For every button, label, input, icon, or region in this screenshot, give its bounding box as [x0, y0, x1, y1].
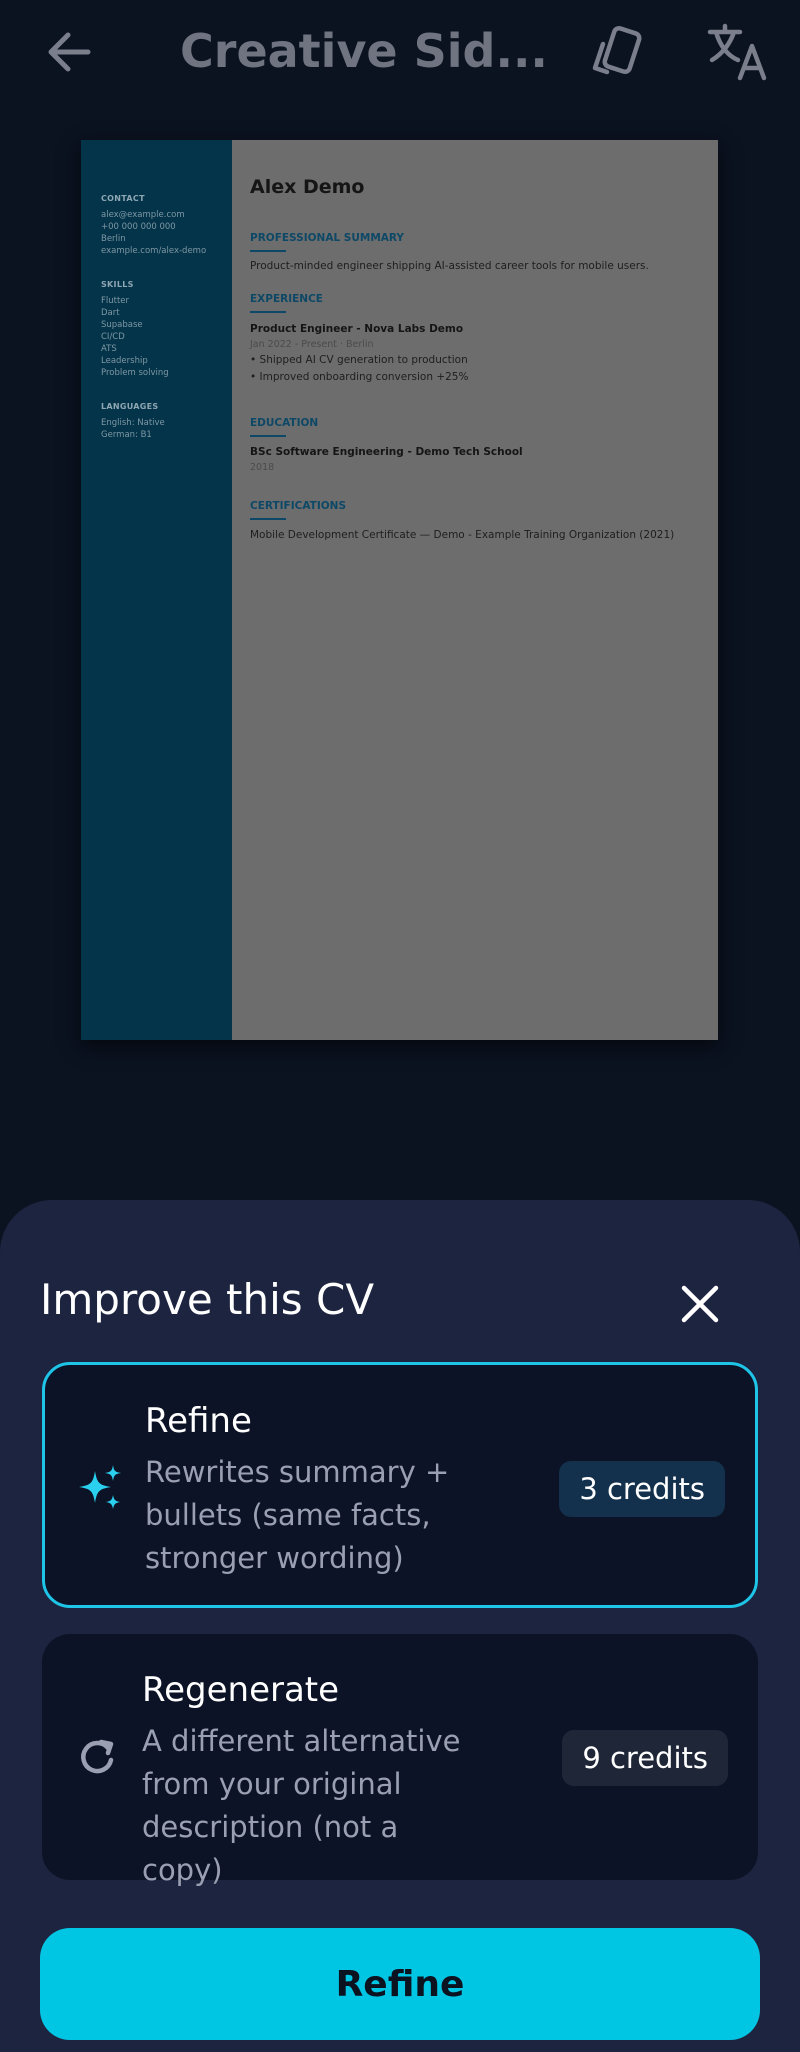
- cv-skill: Dart: [101, 308, 120, 318]
- cv-experience-heading: EXPERIENCE: [250, 293, 323, 305]
- cv-education-heading: EDUCATION: [250, 417, 319, 429]
- refine-button[interactable]: Refine: [40, 1928, 760, 2040]
- cv-experience-bullet: • Improved onboarding conversion +25%: [250, 371, 469, 383]
- option-refine[interactable]: Refine Rewrites summary + bullets (same …: [42, 1362, 758, 1608]
- cv-certification: Mobile Development Certificate — Demo - …: [250, 529, 675, 541]
- cv-education-degree: BSc Software Engineering - Demo Tech Sch…: [250, 446, 523, 458]
- cv-contact-section: CONTACT alex@example.com +00 000 000 000…: [101, 194, 206, 257]
- cv-contact-website: example.com/alex-demo: [101, 246, 207, 256]
- cv-name: Alex Demo: [250, 176, 365, 198]
- cv-contact-phone: +00 000 000 000: [101, 222, 176, 232]
- option-regenerate[interactable]: Regenerate A different alternative from …: [42, 1634, 758, 1887]
- cv-language: English: Native: [101, 418, 165, 428]
- cv-skills-section: SKILLS Flutter Dart Supabase CI/CD ATS L…: [101, 280, 169, 379]
- cv-experience-bullet: • Shipped AI CV generation to production: [250, 354, 468, 366]
- sheet-title: Improve this CV: [40, 1275, 375, 1324]
- option-refine-credits-badge: 3 credits: [559, 1461, 725, 1517]
- option-regenerate-description: A different alternative from your origin…: [142, 1724, 461, 1887]
- cv-experience-role: Product Engineer - Nova Labs Demo: [250, 323, 464, 335]
- improve-cv-sheet: Improve this CV Refine Rewrites summary …: [0, 1200, 800, 2052]
- close-icon: [681, 1285, 719, 1323]
- template-switch-button[interactable]: [585, 22, 649, 82]
- option-regenerate-credits-badge: 9 credits: [562, 1730, 728, 1786]
- cv-language: German: B1: [101, 430, 152, 440]
- sparkles-icon: [75, 1463, 125, 1513]
- app-bar: Creative Sid...: [0, 0, 800, 104]
- cv-summary-heading: PROFESSIONAL SUMMARY: [250, 232, 405, 244]
- cv-skill: Problem solving: [101, 368, 169, 378]
- cv-skill: ATS: [101, 344, 117, 354]
- translate-button[interactable]: [706, 20, 770, 84]
- cv-preview[interactable]: CONTACT alex@example.com +00 000 000 000…: [81, 140, 718, 1040]
- page-title: Creative Sid...: [180, 24, 548, 78]
- cv-sidebar: CONTACT alex@example.com +00 000 000 000…: [81, 140, 232, 1040]
- cv-heading-rule: [250, 311, 286, 313]
- cv-contact-email: alex@example.com: [101, 210, 185, 220]
- option-refine-description: Rewrites summary + bullets (same facts, …: [145, 1455, 450, 1575]
- cv-contact-heading: CONTACT: [101, 194, 145, 203]
- refresh-icon: [72, 1732, 122, 1782]
- cv-skills-heading: SKILLS: [101, 280, 134, 289]
- cv-experience-meta: Jan 2022 - Present · Berlin: [250, 339, 374, 350]
- cv-education-year: 2018: [250, 462, 275, 473]
- cv-heading-rule: [250, 250, 286, 252]
- cv-heading-rule: [250, 518, 286, 520]
- cv-languages-section: LANGUAGES English: Native German: B1: [101, 402, 165, 441]
- option-refine-title: Refine: [145, 1401, 252, 1441]
- cv-languages-heading: LANGUAGES: [101, 402, 159, 411]
- arrow-left-icon: [48, 32, 91, 72]
- option-regenerate-title: Regenerate: [142, 1670, 340, 1710]
- template-cards-icon: [592, 26, 642, 75]
- close-button[interactable]: [674, 1278, 726, 1330]
- cv-skill: CI/CD: [101, 332, 125, 342]
- translate-icon: [707, 23, 767, 81]
- cv-contact-city: Berlin: [101, 234, 126, 244]
- back-button[interactable]: [40, 22, 100, 82]
- cv-summary-text: Product-minded engineer shipping AI-assi…: [250, 260, 649, 272]
- cv-skill: Leadership: [101, 356, 148, 366]
- cv-skill: Supabase: [101, 320, 143, 330]
- cv-skill: Flutter: [101, 296, 130, 306]
- cv-certifications-heading: CERTIFICATIONS: [250, 500, 347, 512]
- cv-heading-rule: [250, 435, 286, 437]
